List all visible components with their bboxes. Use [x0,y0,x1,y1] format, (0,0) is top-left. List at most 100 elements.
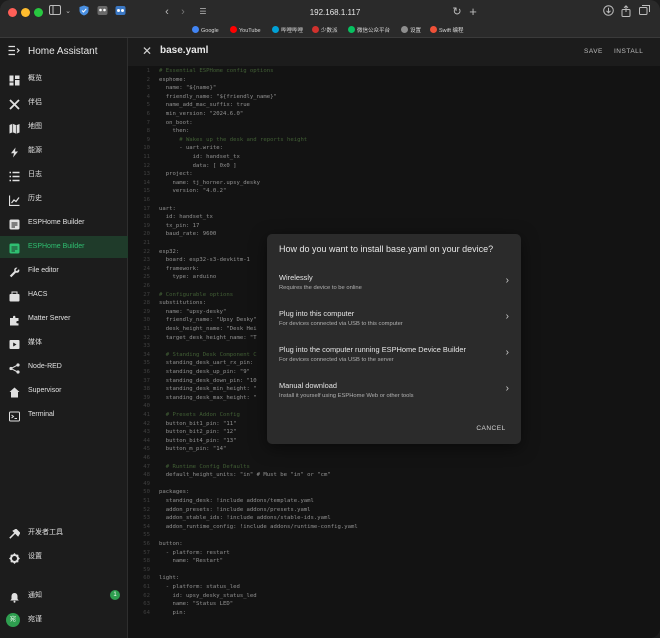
chevron-right-icon: › [505,383,509,394]
option-subtitle: For devices connected via USB to the ser… [279,357,394,363]
history-icon [8,193,20,207]
shield-icon[interactable] [78,5,90,19]
terminal-icon [9,409,20,422]
media-icon [9,337,20,349]
forward-icon[interactable]: › [178,5,188,19]
nodered-icon [9,361,20,374]
install-option-manual-download[interactable]: Manual download Install it yourself usin… [267,378,521,412]
sidebar-item-label: 通知 [28,592,42,599]
bookmark-item[interactable]: 哔哩哔哩 [272,26,303,36]
chevron-down-icon[interactable]: ⌄ [64,5,72,19]
wrench-icon [9,265,20,278]
sidebar-item-notifications[interactable]: 通知 1 [0,585,128,607]
sidebar-item-file-editor[interactable]: File editor [0,260,128,282]
bell-icon [9,590,20,603]
maximize-window-button[interactable] [34,8,43,17]
bookmark-item[interactable]: Swift 编程 [430,26,463,36]
option-title: Manual download [279,381,337,390]
settings-icon [401,26,408,33]
dashboard-icon [9,73,20,86]
app-window: ⌄ ‹ › ☰ 192.168.1.117 ↻ + Google YouTube… [0,0,660,638]
install-option-plug-into-computer[interactable]: Plug into this computer For devices conn… [267,306,521,340]
chevron-right-icon: › [505,311,509,322]
sidebar-item-label: 日志 [28,171,42,178]
google-icon [192,26,199,33]
share-icon[interactable] [620,5,632,19]
new-tab-icon[interactable]: + [468,5,478,19]
install-option-wirelessly[interactable]: Wirelessly Requires the device to be onl… [267,270,521,304]
bookmark-label: YouTube [239,28,261,34]
editor-header: ✕ base.yaml SAVE INSTALL [128,38,660,66]
sidebar-item-label: 媒体 [28,339,42,346]
bookmark-label: 哔哩哔哩 [281,28,304,34]
sidebar-item-media[interactable]: 媒体 [0,332,128,354]
sidebar-item-companion[interactable]: 伴侣 [0,92,128,114]
minimize-window-button[interactable] [21,8,30,17]
sidebar-item-supervisor[interactable]: Supervisor [0,380,128,402]
bookmark-item[interactable]: Google [192,26,219,36]
sidebar-item-label: ESPHome Builder [28,243,85,250]
sidebar-item-terminal[interactable]: Terminal [0,404,128,426]
option-subtitle: Requires the device to be online [279,285,362,291]
sidebar-item-node-red[interactable]: Node-RED [0,356,128,378]
gear-icon [9,551,20,564]
bookmark-item[interactable]: 少数派 [312,26,338,36]
install-option-plug-into-server[interactable]: Plug into the computer running ESPHome D… [267,342,521,376]
page-title: base.yaml [160,45,209,56]
install-dialog: How do you want to install base.yaml on … [267,234,521,444]
map-icon [9,121,20,134]
sidebar-item-label: 开发者工具 [28,529,63,536]
sidebar-item-label: Supervisor [28,387,62,394]
option-subtitle: Install it yourself using ESPHome Web or… [279,393,414,399]
avatar: 宛 [6,613,20,627]
chevron-right-icon: › [505,275,509,286]
swift-icon [430,26,437,33]
sidebar-item-label: Matter Server [28,315,71,322]
dialog-title: How do you want to install base.yaml on … [279,244,494,254]
sidebar-item-label: 地图 [28,123,42,130]
lightning-icon [9,145,20,158]
bookmark-label: 少数派 [321,28,338,34]
download-icon[interactable] [602,5,614,19]
close-window-button[interactable] [8,8,17,17]
sidebar-item-settings[interactable]: 设置 [0,546,128,568]
bookmarks-bar: Google YouTube 哔哩哔哩 少数派 微信公众平台 设置 Swift … [0,24,660,38]
sidebar-item-map[interactable]: 地图 [0,116,128,138]
esphome-icon [9,217,20,230]
extension-icon[interactable] [114,5,126,19]
sidebar-item-profile[interactable]: 宛 宛谨 [0,609,128,631]
sidebar-item-history[interactable]: 历史 [0,188,128,210]
menu-icon[interactable] [8,45,21,58]
sidebar-item-label: 能源 [28,147,42,154]
install-button[interactable]: INSTALL [614,47,643,57]
bilibili-icon [272,26,279,33]
sidebar-item-hacs[interactable]: HACS [0,284,128,306]
sidebar-item-label: 概览 [28,75,42,82]
tabs-overview-icon[interactable] [638,5,650,19]
cancel-button[interactable]: CANCEL [469,422,513,436]
save-button[interactable]: SAVE [584,47,603,57]
url-bar[interactable]: 192.168.1.117 [190,4,480,21]
tools-icon [9,97,20,110]
sidebar-item-esphome-builder[interactable]: ESPHome Builder [0,212,128,234]
back-icon[interactable]: ‹ [162,5,172,19]
sidebar-item-label: Terminal [28,411,55,418]
sidebar-header: Home Assistant [0,38,128,66]
sidebar-toggle-icon[interactable] [48,5,62,19]
sidebar-item-energy[interactable]: 能源 [0,140,128,162]
reload-icon[interactable]: ↻ [452,5,462,19]
hammer-icon [9,527,21,539]
sidebar-item-logbook[interactable]: 日志 [0,164,128,186]
sidebar-item-matter-server[interactable]: Matter Server [0,308,128,330]
wechat-icon [348,26,355,33]
sidebar-item-label: 历史 [28,195,42,202]
bookmark-item[interactable]: 微信公众平台 [348,26,390,36]
close-icon[interactable]: ✕ [142,44,152,58]
sidebar-item-overview[interactable]: 概览 [0,68,128,90]
sidebar-item-esphome-builder-active[interactable]: ESPHome Builder [0,236,128,258]
bookmark-item[interactable]: YouTube [230,26,261,36]
bookmark-item[interactable]: 设置 [401,26,421,36]
hacs-icon [9,289,20,302]
extension-icon[interactable] [96,5,108,19]
sidebar-item-developer-tools[interactable]: 开发者工具 [0,522,128,544]
